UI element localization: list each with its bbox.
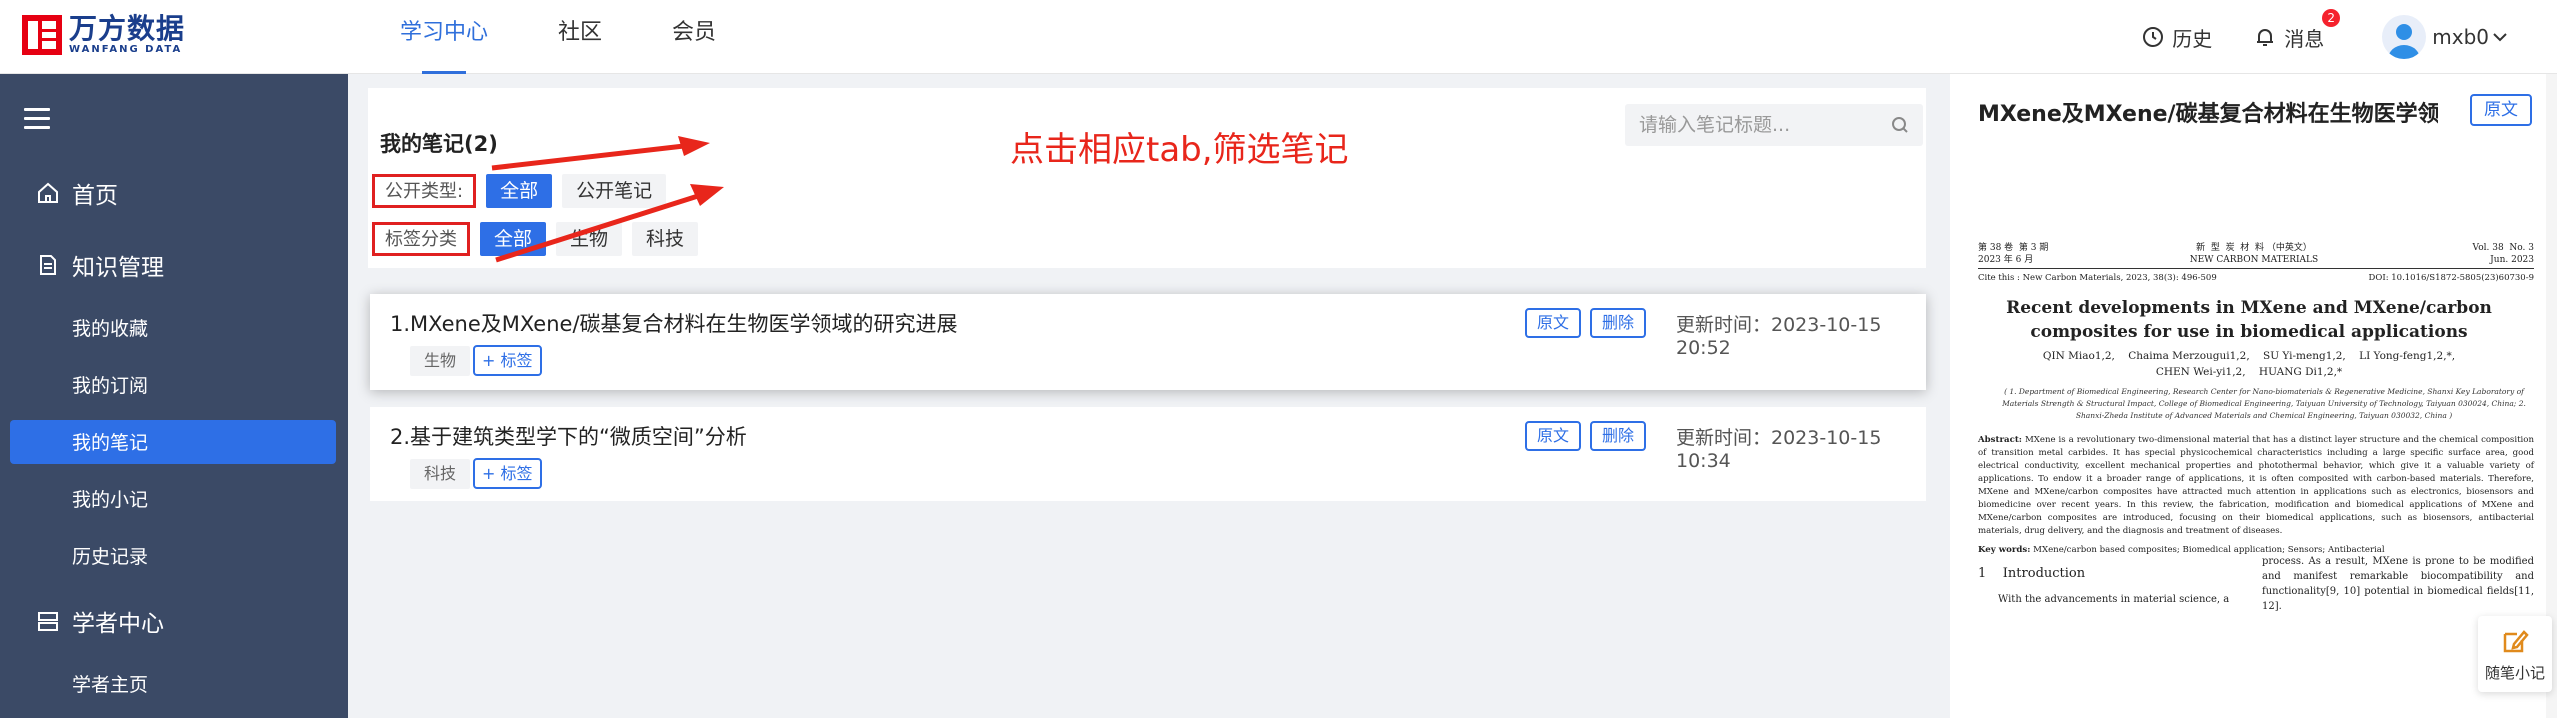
wanfang-logo-mark [22, 15, 62, 55]
nav-community[interactable]: 社区 [558, 0, 602, 74]
main-nav: 学习中心 社区 会员 [400, 0, 786, 74]
original-button[interactable]: 原文 [1525, 308, 1582, 338]
avatar [2382, 15, 2427, 59]
sidebar-group-knowledge[interactable]: 知识管理 [36, 248, 164, 282]
preview-original-button[interactable]: 原文 [2470, 94, 2532, 126]
paper-abstract-text: MXene is a revolutionary two-dimensional… [1978, 435, 2534, 536]
paper-column-left: With the advancements in material scienc… [1998, 594, 2230, 605]
search-icon[interactable] [1891, 116, 1909, 134]
logo-cn-text: 万方数据 [69, 12, 186, 45]
message-count-badge: 2 [2322, 8, 2341, 27]
sidebar-home-label: 首页 [72, 183, 118, 209]
note-tag: 生物 [410, 346, 471, 376]
sidebar-item-favorites[interactable]: 我的收藏 [72, 314, 148, 341]
sidebar-item-my-notes[interactable]: 我的笔记 [72, 428, 148, 455]
note-card[interactable]: 1.MXene及MXene/碳基复合材料在生物医学领域的研究进展 生物 + 标签… [370, 294, 1926, 390]
preview-title: MXene及MXene/碳基复合材料在生物医学领... [1978, 102, 2438, 127]
paper-cite: Cite this : New Carbon Materials, 2023, … [1978, 273, 2217, 283]
messages-link[interactable]: 消息 2 [2254, 8, 2341, 52]
paper-abstract-label: Abstract: [1978, 435, 2022, 445]
home-icon [38, 182, 58, 203]
paper-header-right: Vol. 38 No. 3 Jun. 2023 [2472, 243, 2534, 265]
sidebar-item-my-memos[interactable]: 我的小记 [72, 485, 148, 512]
add-tag-button[interactable]: + 标签 [473, 458, 542, 489]
add-tag-button[interactable]: + 标签 [473, 345, 542, 376]
note-tag: 科技 [410, 459, 471, 489]
top-bar: 万方数据 WANFANG DATA 学习中心 社区 会员 历史 消息 2 mxb… [0, 0, 2557, 74]
logo-en-text: WANFANG DATA [69, 44, 183, 55]
quick-note-label: 随笔小记 [2484, 664, 2545, 682]
preview-pane: MXene及MXene/碳基复合材料在生物医学领... 原文 第 38 卷 第 … [1950, 74, 2557, 718]
paper-header-rule [1978, 268, 2534, 269]
main-content: 我的笔记(2) 公开类型: 全部 公开笔记 标签分类 全部 生物 科技 点击相应… [348, 74, 1950, 718]
sidebar-item-history[interactable]: 历史记录 [72, 542, 148, 569]
page-title: 我的笔记(2) [380, 132, 498, 156]
sidebar-group-scholar[interactable]: 学者中心 [36, 604, 164, 638]
paper-keywords-label: Key words: [1978, 545, 2031, 555]
clock-icon [2143, 27, 2164, 47]
nav-membership[interactable]: 会员 [672, 0, 716, 74]
paper-preview[interactable]: 第 38 卷 第 3 期 2023 年 6 月 新 型 炭 材 料 （中英文） … [1964, 144, 2534, 624]
paper-abstract: Abstract: MXene is a revolutionary two-d… [1978, 434, 2534, 538]
paper-header-middle: 新 型 炭 材 料 （中英文） NEW CARBON MATERIALS [2189, 243, 2319, 265]
edit-icon [2503, 630, 2529, 653]
scholar-icon [38, 612, 58, 631]
sidebar-item-subscriptions[interactable]: 我的订阅 [72, 371, 148, 398]
nav-learning-center[interactable]: 学习中心 [400, 0, 488, 74]
sidebar-active-highlight [10, 420, 336, 464]
history-link[interactable]: 历史 [2142, 23, 2212, 52]
delete-button[interactable]: 删除 [1590, 308, 1647, 338]
document-icon [40, 255, 56, 275]
annotation-arrows [491, 136, 724, 263]
sidebar: 首页 知识管理 我的收藏 我的订阅 我的笔记 我的小记 历史记录 学者中心 学者… [0, 74, 348, 718]
user-menu[interactable]: mxb0 [2382, 15, 2517, 59]
note-title[interactable]: 1.MXene及MXene/碳基复合材料在生物医学领域的研究进展 [390, 308, 958, 338]
tag-filter-label: 标签分类 [372, 222, 470, 256]
paper-title: Recent developments in MXene and MXene/c… [2006, 298, 2492, 342]
paper-column-right: process. As a result, MXene is prone to … [2262, 556, 2534, 612]
sidebar-knowledge-label: 知识管理 [72, 255, 164, 281]
update-time: 更新时间：2023-10-15 20:52 [1676, 314, 1882, 359]
top-right-actions: 历史 消息 2 mxb0 [2100, 0, 2517, 74]
bell-icon [2257, 29, 2274, 46]
username: mxb0 [2432, 25, 2489, 49]
delete-button[interactable]: 删除 [1590, 421, 1647, 451]
sidebar-item-home[interactable]: 首页 [36, 176, 118, 210]
paper-affiliations: ( 1. Department of Biomedical Engineerin… [2002, 387, 2526, 420]
wanfang-logo[interactable]: 万方数据 WANFANG DATA [22, 14, 185, 56]
chevron-down-icon [2493, 33, 2507, 42]
menu-toggle-icon[interactable] [24, 108, 50, 135]
note-search[interactable] [1625, 104, 1923, 146]
paper-authors: QIN Miao1,2, Chaima Merzougui1,2, SU Yi-… [2042, 350, 2456, 378]
history-label: 历史 [2172, 26, 2213, 51]
update-time: 更新时间：2023-10-15 10:34 [1676, 427, 1882, 472]
search-input[interactable] [1639, 114, 1891, 136]
sidebar-scholar-label: 学者中心 [72, 611, 164, 637]
paper-header-left: 第 38 卷 第 3 期 2023 年 6 月 [1978, 243, 2049, 265]
quick-note-button[interactable]: 随笔小记 [2478, 616, 2552, 692]
paper-doi: DOI: 10.1016/S1872-5805(23)60730-9 [2368, 273, 2534, 283]
public-type-label: 公开类型: [372, 174, 477, 208]
note-title[interactable]: 2.基于建筑类型学下的“微质空间”分析 [390, 421, 747, 451]
original-button[interactable]: 原文 [1525, 421, 1582, 451]
note-card[interactable]: 2.基于建筑类型学下的“微质空间”分析 科技 + 标签 原文 删除 更新时间：2… [370, 407, 1926, 501]
paper-section-heading: 1 Introduction [1978, 566, 2086, 581]
messages-label: 消息 [2284, 26, 2325, 51]
annotation-text: 点击相应tab,筛选笔记 [1010, 130, 1349, 170]
sidebar-item-scholar-home[interactable]: 学者主页 [72, 670, 148, 697]
